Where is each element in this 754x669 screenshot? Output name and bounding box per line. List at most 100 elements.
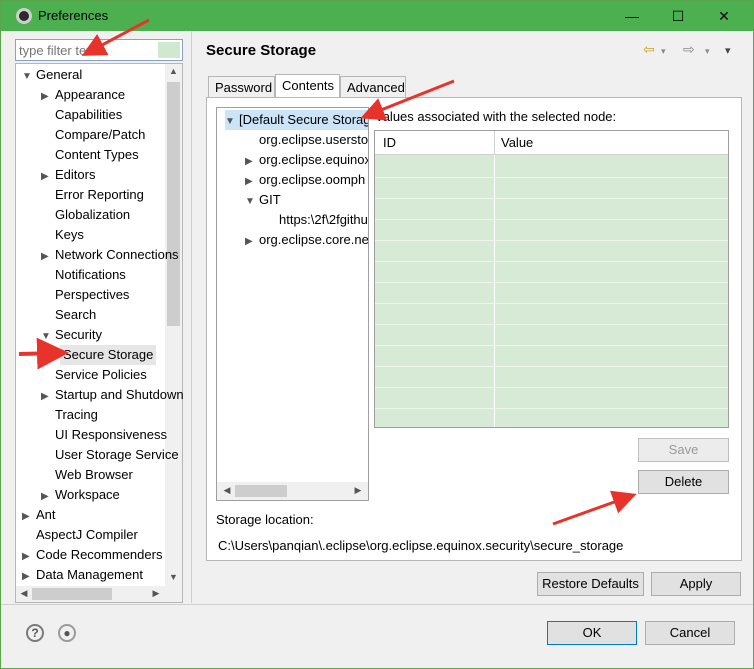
expanded-chevron-icon[interactable]: ▼ [22, 67, 36, 87]
node-hscroll-thumb[interactable] [235, 485, 287, 497]
clear-filter-icon[interactable] [158, 42, 180, 58]
sidebar-item[interactable]: Tracing [41, 405, 98, 425]
collapsed-chevron-icon[interactable]: ▶ [245, 152, 259, 172]
tree-vertical-scrollbar[interactable]: ▲ ▼ [165, 64, 182, 586]
help-icon[interactable]: ? [26, 624, 44, 642]
tab-advanced[interactable]: Advanced [340, 76, 406, 98]
storage-node[interactable]: ▶ org.eclipse.equinox [245, 150, 368, 172]
restore-defaults-button[interactable]: Restore Defaults [537, 572, 644, 596]
hscroll-thumb[interactable] [32, 588, 112, 600]
sidebar-item[interactable]: Secure Storage [60, 345, 157, 365]
sidebar-item[interactable]: Perspectives [41, 285, 129, 305]
values-table[interactable]: ID Value [374, 130, 729, 428]
scroll-left-icon[interactable]: ◀ [18, 588, 30, 599]
tab-contents[interactable]: Contents [275, 74, 340, 98]
storage-node-label: org.eclipse.oomph [259, 172, 366, 187]
sidebar-item-label: General [36, 67, 83, 82]
collapsed-chevron-icon[interactable]: ▶ [41, 247, 55, 267]
collapsed-chevron-icon[interactable]: ▶ [245, 232, 259, 252]
sidebar-item[interactable]: Notifications [41, 265, 126, 285]
sidebar-item[interactable]: Service Policies [41, 365, 147, 385]
filter-input[interactable] [16, 40, 156, 60]
node-scroll-right-icon[interactable]: ▶ [352, 485, 364, 496]
sidebar-item[interactable]: ▶ Workspace [41, 485, 120, 505]
sidebar-item-label: Globalization [55, 207, 131, 222]
sidebar-item[interactable]: ▶ Code Recommenders [22, 545, 162, 565]
preference-tree: ▲ ▼ ◀ ▶ ▼ General ▶ Appearance Capabilities C… [15, 63, 184, 603]
sidebar-item[interactable]: Compare/Patch [41, 125, 145, 145]
storage-node[interactable]: ▼ [Default Secure Storage] [225, 110, 368, 132]
sidebar-item[interactable]: User Storage Service [41, 445, 179, 465]
sidebar-item[interactable]: Error Reporting [41, 185, 144, 205]
sidebar-item[interactable]: ▼ Security [41, 325, 102, 345]
collapsed-chevron-icon[interactable]: ▶ [41, 387, 55, 407]
sidebar-item[interactable]: AspectJ Compiler [22, 525, 138, 545]
column-header-id[interactable]: ID [383, 135, 396, 150]
sidebar-item-label: Keys [55, 227, 84, 242]
minimize-button[interactable]: — [609, 5, 655, 27]
close-button[interactable]: ✕ [701, 5, 747, 27]
sidebar-item[interactable]: ▶ Appearance [41, 85, 125, 105]
pane-divider[interactable] [191, 31, 192, 603]
apply-button[interactable]: Apply [651, 572, 741, 596]
collapsed-chevron-icon[interactable]: ▶ [22, 567, 36, 587]
sidebar-item[interactable]: Content Types [41, 145, 139, 165]
sidebar-item[interactable]: ▶ Network Connections [41, 245, 179, 265]
scroll-right-icon[interactable]: ▶ [150, 588, 162, 599]
back-icon[interactable]: ⇦ [643, 41, 655, 58]
record-icon[interactable]: ● [58, 624, 76, 642]
cancel-button[interactable]: Cancel [645, 621, 735, 645]
sidebar-item[interactable]: ▶ Startup and Shutdown [41, 385, 184, 405]
sidebar-item[interactable]: ▶ Ant [22, 505, 56, 525]
sidebar-item-label: Web Browser [55, 467, 133, 482]
tab-password[interactable]: Password [208, 76, 275, 98]
expanded-chevron-icon[interactable]: ▼ [225, 112, 239, 132]
scroll-down-icon[interactable]: ▼ [165, 572, 182, 582]
scroll-up-icon[interactable]: ▲ [165, 66, 182, 76]
sidebar-item[interactable]: Capabilities [41, 105, 122, 125]
storage-node[interactable]: ▶ org.eclipse.oomph [245, 170, 365, 190]
sidebar-item-label: Network Connections [55, 247, 179, 262]
view-menu-icon[interactable]: ▾ [725, 44, 731, 57]
maximize-button[interactable]: ☐ [655, 5, 701, 27]
collapsed-chevron-icon[interactable]: ▶ [41, 487, 55, 507]
node-scroll-left-icon[interactable]: ◀ [221, 485, 233, 496]
sidebar-item[interactable]: Globalization [41, 205, 130, 225]
sidebar-item[interactable]: ▶ Data Management [22, 565, 143, 585]
collapsed-chevron-icon[interactable]: ▶ [41, 87, 55, 107]
ok-button[interactable]: OK [547, 621, 637, 645]
collapsed-chevron-icon[interactable]: ▶ [41, 167, 55, 187]
values-label: Values associated with the selected node… [375, 109, 617, 124]
collapsed-chevron-icon[interactable]: ▶ [22, 547, 36, 567]
filter-field[interactable] [15, 39, 183, 61]
collapsed-chevron-icon[interactable]: ▶ [245, 172, 259, 192]
sidebar-item[interactable]: ▼ General [22, 65, 82, 85]
delete-button[interactable]: Delete [638, 470, 729, 494]
sidebar-item[interactable]: UI Responsiveness [41, 425, 167, 445]
sidebar-item[interactable]: Search [41, 305, 96, 325]
preferences-window: Preferences — ☐ ✕ ▲ ▼ ◀ ▶ ▼General▶Appea… [0, 0, 754, 669]
node-tree-horizontal-scrollbar[interactable]: ◀ ▶ [217, 482, 368, 500]
sidebar-item[interactable]: Web Browser [41, 465, 133, 485]
back-menu-icon[interactable]: ▾ [661, 46, 666, 57]
expanded-chevron-icon[interactable]: ▼ [245, 192, 259, 212]
save-button[interactable]: Save [638, 438, 729, 462]
storage-node[interactable]: org.eclipse.userstorage [245, 130, 368, 150]
title-bar: Preferences — ☐ ✕ [1, 1, 753, 31]
storage-location-label: Storage location: [216, 512, 314, 527]
tree-horizontal-scrollbar[interactable]: ◀ ▶ [16, 586, 182, 602]
sidebar-item[interactable]: ▶ Editors [41, 165, 95, 185]
sidebar-item-label: Editors [55, 167, 96, 182]
storage-node-label: GIT [259, 192, 281, 207]
scroll-thumb[interactable] [167, 82, 180, 326]
expanded-chevron-icon[interactable]: ▼ [41, 327, 55, 347]
column-header-value[interactable]: Value [501, 135, 533, 150]
forward-menu-icon[interactable]: ▾ [705, 46, 710, 57]
sidebar-item[interactable]: Keys [41, 225, 84, 245]
storage-node[interactable]: https:\2f\2fgithub.com [265, 210, 368, 230]
storage-node[interactable]: ▼ GIT [245, 190, 281, 210]
table-row-line [375, 261, 728, 262]
forward-icon[interactable]: ⇨ [683, 41, 695, 58]
collapsed-chevron-icon[interactable]: ▶ [22, 507, 36, 527]
storage-node[interactable]: ▶ org.eclipse.core.net [245, 230, 368, 252]
